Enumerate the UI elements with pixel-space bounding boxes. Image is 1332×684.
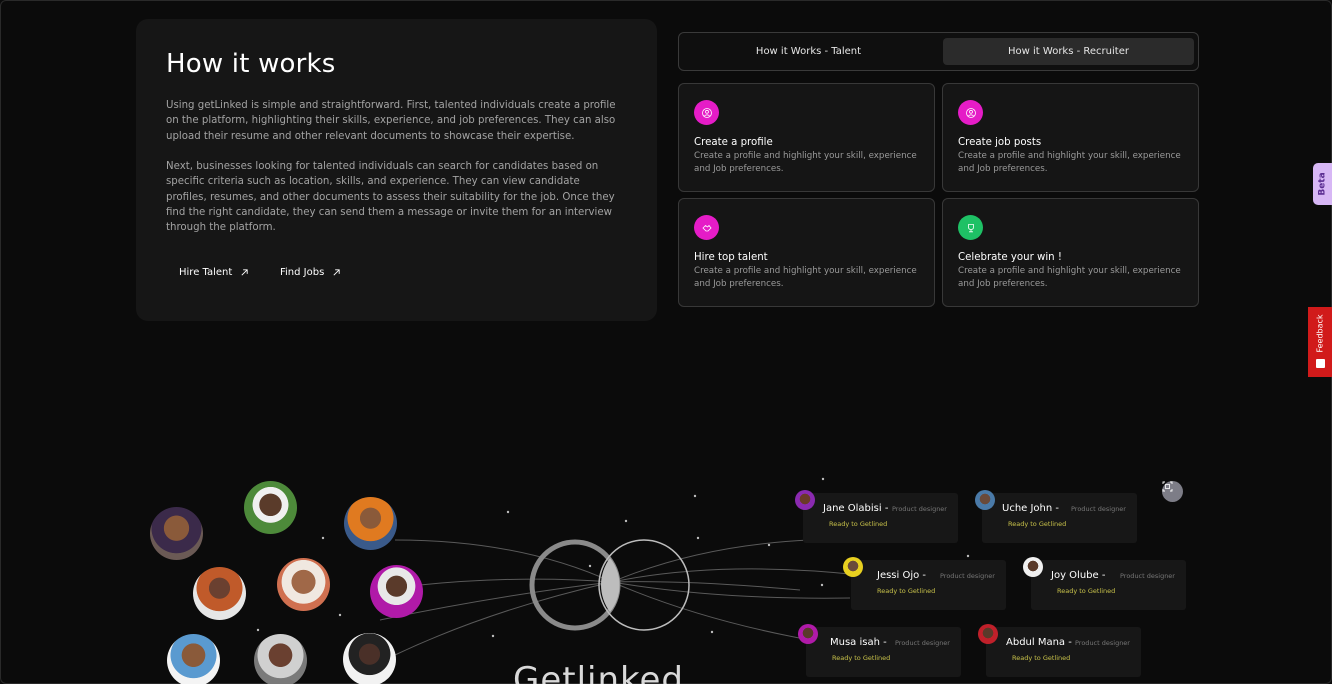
avatar bbox=[843, 557, 863, 577]
avatar bbox=[370, 565, 423, 618]
avatar bbox=[344, 497, 397, 550]
profile-name: Abdul Mana - bbox=[1006, 637, 1072, 648]
profile-name: Joy Olube - bbox=[1051, 570, 1106, 581]
avatar bbox=[1023, 557, 1043, 577]
profile-role: Product designer bbox=[1075, 639, 1130, 647]
profile-card: Abdul Mana - Product designer Ready to G… bbox=[986, 627, 1141, 677]
avatar bbox=[343, 633, 396, 684]
profile-name: Jane Olabisi - bbox=[823, 503, 889, 514]
profile-status: Ready to Getlined bbox=[829, 520, 888, 528]
avatar bbox=[978, 624, 998, 644]
avatar bbox=[975, 490, 995, 510]
profile-card: Musa isah - Product designer Ready to Ge… bbox=[806, 627, 961, 677]
profile-name: Jessi Ojo - bbox=[877, 570, 927, 581]
profile-role: Product designer bbox=[1071, 505, 1126, 513]
avatar bbox=[798, 624, 818, 644]
avatar bbox=[150, 507, 203, 560]
profile-card: Uche John - Product designer Ready to Ge… bbox=[982, 493, 1137, 543]
profile-card: Jessi Ojo - Product designer Ready to Ge… bbox=[851, 560, 1006, 610]
avatar bbox=[277, 558, 330, 611]
profile-name: Uche John - bbox=[1002, 503, 1060, 514]
profile-role: Product designer bbox=[940, 572, 995, 580]
profile-status: Ready to Getlined bbox=[832, 654, 891, 662]
profile-status: Ready to Getlined bbox=[877, 587, 936, 595]
profile-name: Musa isah - bbox=[830, 637, 887, 648]
profile-status: Ready to Getlined bbox=[1012, 654, 1071, 662]
profile-role: Product designer bbox=[1120, 572, 1175, 580]
avatar bbox=[193, 567, 246, 620]
profile-card: Joy Olube - Product designer Ready to Ge… bbox=[1031, 560, 1186, 610]
profile-status: Ready to Getlined bbox=[1057, 587, 1116, 595]
avatar bbox=[795, 490, 815, 510]
avatar bbox=[254, 634, 307, 684]
profile-card: Jane Olabisi - Product designer Ready to… bbox=[803, 493, 958, 543]
brand-wordmark: Getlinked bbox=[513, 660, 685, 684]
avatar bbox=[167, 634, 220, 684]
profile-role: Product designer bbox=[895, 639, 950, 647]
avatar bbox=[244, 481, 297, 534]
scan-icon[interactable] bbox=[1162, 481, 1183, 502]
profile-status: Ready to Getlined bbox=[1008, 520, 1067, 528]
profile-role: Product designer bbox=[892, 505, 947, 513]
